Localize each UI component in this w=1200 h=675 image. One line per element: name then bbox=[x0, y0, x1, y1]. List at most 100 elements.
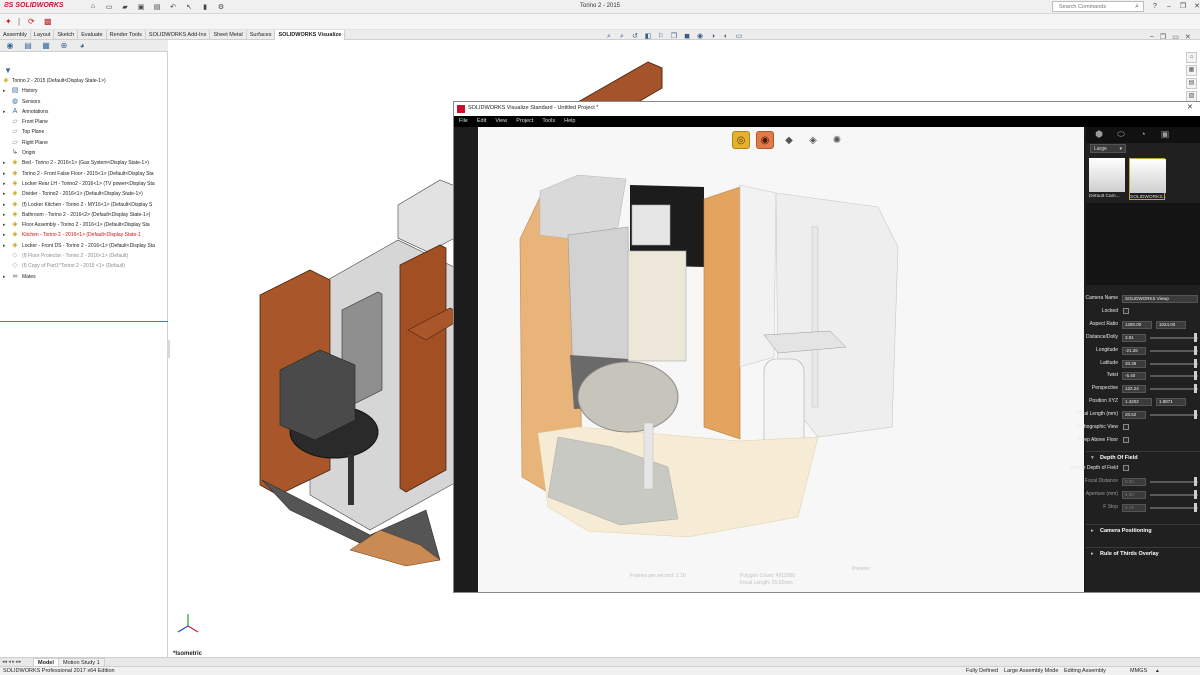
property-slider-handle[interactable] bbox=[1194, 345, 1197, 355]
viewport-close-icon[interactable]: ✕ bbox=[1185, 33, 1191, 41]
tab-scroll-arrows-icon[interactable]: ◂◂ ◂ ▸ ▸▸ bbox=[2, 659, 21, 665]
models-tab-icon[interactable]: ⬢ bbox=[1092, 127, 1106, 141]
property-value-field[interactable]: 1.4202 bbox=[1122, 398, 1152, 407]
section-collapsed[interactable]: ▸ Camera Positioning bbox=[1086, 524, 1200, 536]
search-input[interactable] bbox=[1059, 3, 1129, 10]
visualize-menu-project[interactable]: Project bbox=[516, 116, 533, 127]
property-value-field[interactable]: 1280.00 bbox=[1122, 320, 1152, 329]
dimxpert-tab-icon[interactable]: ⊕ bbox=[56, 40, 72, 52]
property-value-field[interactable]: SOLIDWORKS Viewp bbox=[1122, 295, 1198, 303]
property-slider-track[interactable] bbox=[1150, 336, 1198, 339]
home-icon[interactable]: ⌂ bbox=[86, 1, 100, 12]
property-slider-track[interactable] bbox=[1150, 375, 1198, 378]
minimize-icon[interactable]: – bbox=[1164, 1, 1174, 12]
visualize-close-icon[interactable]: ✕ bbox=[1187, 103, 1193, 111]
expand-arrow-icon[interactable]: ▸ bbox=[3, 179, 6, 189]
property-slider-track[interactable] bbox=[1150, 480, 1198, 483]
expand-arrow-icon[interactable]: ▸ bbox=[3, 210, 6, 220]
property-manager-tab-icon[interactable]: ▤ bbox=[20, 40, 36, 52]
render-table-leg[interactable] bbox=[643, 422, 654, 490]
expand-arrow-icon[interactable]: ▸ bbox=[3, 200, 6, 210]
section-depth-of-field[interactable]: ▾ Depth Of Field bbox=[1086, 450, 1200, 463]
tree-item[interactable]: ▸ ◈ (f) Locker Kitchen - Torino 2 - MY16<1… bbox=[0, 200, 168, 210]
tree-item[interactable]: ▸ ◈ Divider - Torino2 - 2016<1> (Default<D… bbox=[0, 189, 168, 199]
property-slider-handle[interactable] bbox=[1194, 332, 1197, 342]
visualize-menu-tools[interactable]: Tools bbox=[542, 116, 555, 127]
tab-layout[interactable]: Layout bbox=[31, 30, 55, 40]
property-slider-handle[interactable] bbox=[1194, 410, 1197, 420]
cad-table-leg[interactable] bbox=[348, 455, 354, 505]
tab-surfaces[interactable]: Surfaces bbox=[247, 30, 276, 40]
print-icon[interactable]: ▤ bbox=[150, 1, 164, 12]
property-value-field[interactable]: 20.52 bbox=[1122, 411, 1146, 420]
section-collapsed[interactable]: ▸ Rule of Thirds Overlay bbox=[1086, 547, 1200, 559]
tree-item[interactable]: ▸ ∞ Mates bbox=[0, 272, 168, 282]
tree-item[interactable]: ◍ Sensors bbox=[0, 97, 168, 107]
property-value-field[interactable]: -21.26 bbox=[1122, 346, 1146, 355]
tree-item[interactable]: ▸ ◈ Locker Rear LH - Torino2 - 2016<1> (TV… bbox=[0, 179, 168, 189]
tree-item[interactable]: ↳ Origin bbox=[0, 148, 168, 158]
expand-arrow-icon[interactable]: ▸ bbox=[3, 158, 6, 168]
tab-addins[interactable]: SOLIDWORKS Add-Ins bbox=[146, 30, 211, 40]
search-icon[interactable]: ⌕ bbox=[1135, 3, 1139, 11]
expand-arrow-icon[interactable]: ▸ bbox=[3, 230, 6, 240]
expand-arrow-icon[interactable]: ▸ bbox=[3, 189, 6, 199]
tree-item[interactable]: ▸ ◈ Kitchen - Torino 2 - 2016<1> (Default<… bbox=[0, 230, 168, 240]
visualize-update-icon[interactable]: ⟳ bbox=[28, 17, 35, 26]
tab-solidworks-visualize[interactable]: SOLIDWORKS Visualize bbox=[275, 30, 346, 40]
render-fridge[interactable] bbox=[627, 250, 687, 362]
configuration-manager-tab-icon[interactable]: ▦ bbox=[38, 40, 54, 52]
tree-item[interactable]: ▸ ◈ Bathroom - Torino 2 - 2016<2> (Default… bbox=[0, 210, 168, 220]
property-slider-track[interactable] bbox=[1150, 388, 1198, 391]
property-slider-track[interactable] bbox=[1150, 349, 1198, 352]
expand-arrow-icon[interactable]: ▸ bbox=[3, 241, 6, 251]
render-wood-door[interactable] bbox=[703, 186, 741, 440]
render-pole[interactable] bbox=[811, 226, 819, 408]
visualize-menu-help[interactable]: Help bbox=[564, 116, 575, 127]
tree-item[interactable]: ▸ ◈ Torino 2 - Front False Floor - 2015<1>… bbox=[0, 169, 168, 179]
property-slider-handle[interactable] bbox=[1194, 489, 1197, 499]
property-value-field[interactable]: 20.36 bbox=[1122, 359, 1146, 368]
property-slider-track[interactable] bbox=[1150, 362, 1198, 365]
tab-evaluate[interactable]: Evaluate bbox=[78, 30, 107, 40]
property-value-field[interactable]: 5.74 bbox=[1122, 503, 1146, 512]
property-slider-handle[interactable] bbox=[1194, 358, 1197, 368]
visualize-menu-file[interactable]: File bbox=[459, 116, 468, 127]
expand-arrow-icon[interactable]: ▸ bbox=[3, 220, 6, 230]
visualize-launch-icon[interactable]: ▩ bbox=[44, 17, 52, 26]
property-checkbox[interactable] bbox=[1123, 307, 1129, 314]
tab-sketch[interactable]: Sketch bbox=[54, 30, 79, 40]
tree-item[interactable]: ▱ Right Plane bbox=[0, 138, 168, 148]
file-explorer-icon[interactable]: ▤ bbox=[1186, 78, 1197, 89]
visualize-title-bar[interactable]: SOLIDWORKS Visualize Standard - Untitled… bbox=[454, 102, 1200, 116]
property-slider-handle[interactable] bbox=[1194, 476, 1197, 486]
render-microwave[interactable] bbox=[631, 204, 671, 246]
feature-manager-tab-icon[interactable]: ◉ bbox=[2, 40, 18, 52]
expand-arrow-icon[interactable]: ▸ bbox=[3, 169, 6, 179]
tree-item[interactable]: ▸ ◈ Bed - Torino 2 - 2016<1> (Gas System<D… bbox=[0, 158, 168, 168]
design-library-icon[interactable]: ▦ bbox=[1186, 65, 1197, 76]
panel-collapse-handle[interactable] bbox=[167, 340, 170, 358]
cameras-tab-icon[interactable]: ▣ bbox=[1158, 127, 1172, 141]
rebuild-icon[interactable]: ▮ bbox=[198, 1, 212, 12]
visualize-menu-edit[interactable]: Edit bbox=[477, 116, 486, 127]
property-slider-handle[interactable] bbox=[1194, 384, 1197, 394]
property-value-field[interactable]: 4.30 bbox=[1122, 490, 1146, 499]
open-folder-icon[interactable]: ▰ bbox=[118, 1, 132, 12]
camera-thumbnail-solidworks[interactable]: SOLIDWORKS... bbox=[1129, 158, 1167, 200]
tree-item[interactable]: ▱ Top Plane bbox=[0, 127, 168, 137]
expand-arrow-icon[interactable]: ▸ bbox=[3, 272, 6, 282]
property-value-field[interactable]: 3.91 bbox=[1122, 333, 1146, 342]
tree-item[interactable]: ◇ (f) Floor Protector - Torino 2 - 2016<1… bbox=[0, 251, 168, 261]
visualize-menu-view[interactable]: View bbox=[495, 116, 507, 127]
visualize-export-icon[interactable]: ✦ bbox=[5, 17, 12, 26]
search-commands-box[interactable]: ⌕ bbox=[1052, 1, 1144, 12]
customize-icon[interactable]: ▴ bbox=[1156, 667, 1159, 675]
solidworks-logo[interactable]: ƧS SOLIDWORKS bbox=[4, 2, 64, 9]
close-icon[interactable]: ✕ bbox=[1192, 1, 1200, 12]
units-status[interactable]: MMGS bbox=[1130, 667, 1147, 675]
render-table-top[interactable] bbox=[577, 361, 679, 433]
tree-root[interactable]: ◈ Torino 2 - 2015 (Default<Display State… bbox=[0, 76, 168, 86]
property-slider-track[interactable] bbox=[1150, 493, 1198, 496]
property-checkbox[interactable] bbox=[1123, 424, 1129, 430]
